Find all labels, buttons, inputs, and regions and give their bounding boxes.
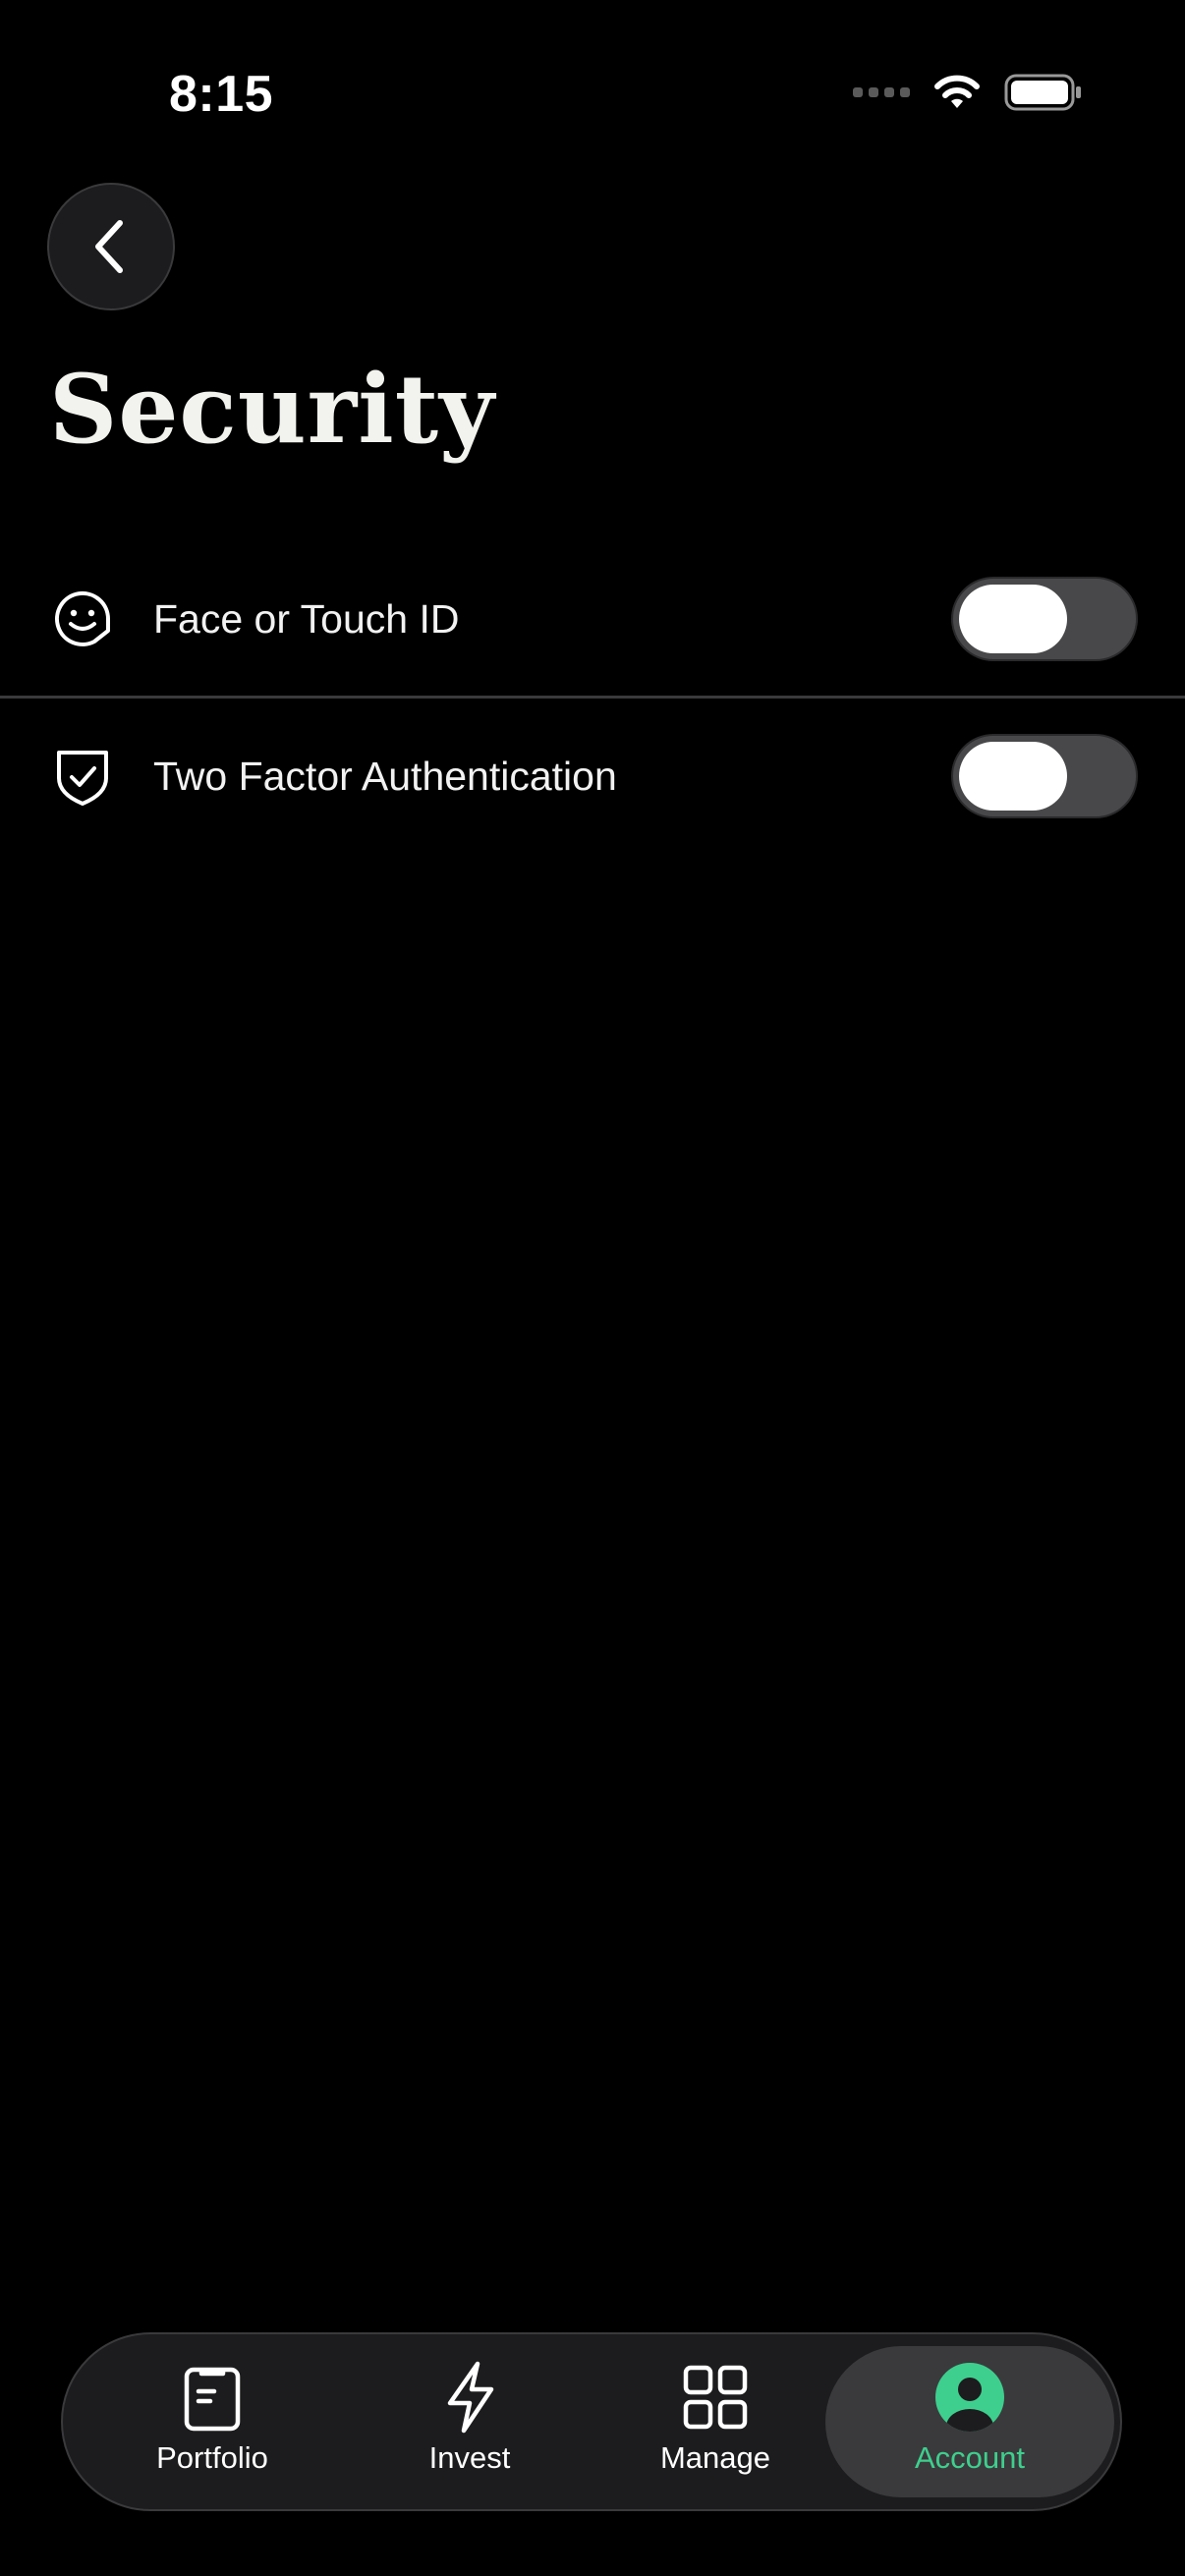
two-factor-toggle[interactable] [951, 734, 1138, 818]
setting-row-face-id[interactable]: Face or Touch ID [0, 550, 1185, 688]
toggle-knob [959, 585, 1067, 653]
row-divider [0, 696, 1185, 699]
wifi-icon [934, 75, 980, 108]
tab-portfolio[interactable]: Portfolio [85, 2346, 340, 2497]
tab-label: Portfolio [156, 2440, 268, 2475]
tab-label: Account [914, 2440, 1025, 2475]
cellular-signal-icon [853, 87, 910, 97]
battery-icon [1004, 74, 1081, 111]
face-id-icon [51, 588, 114, 650]
toggle-knob [959, 742, 1067, 811]
setting-row-two-factor[interactable]: Two Factor Authentication [0, 707, 1185, 845]
status-time: 8:15 [169, 66, 274, 123]
account-icon [934, 2362, 1005, 2433]
tab-account[interactable]: Account [825, 2346, 1114, 2497]
two-factor-label: Two Factor Authentication [153, 753, 617, 799]
face-id-toggle[interactable] [951, 577, 1138, 661]
back-button[interactable] [47, 183, 175, 310]
tab-invest[interactable]: Invest [342, 2346, 597, 2497]
tab-label: Invest [428, 2440, 511, 2475]
chevron-left-icon [95, 220, 123, 273]
status-indicators [853, 73, 1083, 112]
page-title: Security [49, 354, 495, 465]
face-id-label: Face or Touch ID [153, 595, 460, 642]
tab-manage[interactable]: Manage [588, 2346, 843, 2497]
tab-label: Manage [659, 2440, 771, 2475]
lightning-icon [434, 2361, 505, 2434]
bottom-tab-bar: Portfolio Invest Manage Account [61, 2332, 1122, 2511]
grid-icon [680, 2362, 751, 2433]
shield-check-icon [51, 745, 114, 808]
clipboard-icon [177, 2362, 248, 2433]
